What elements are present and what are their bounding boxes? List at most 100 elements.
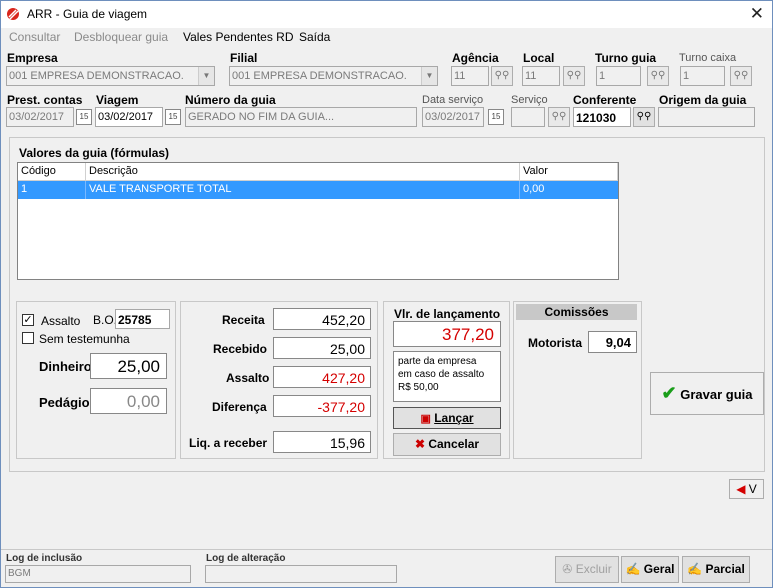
motorista-value: 9,04 (588, 331, 637, 353)
empresa-select[interactable]: 001 EMPRESA DEMONSTRACAO. (6, 66, 215, 86)
cancelar-label: Cancelar (428, 437, 480, 451)
local-field[interactable]: 11 (522, 66, 560, 86)
cell-valor: 0,00 (523, 183, 545, 195)
main-window: ARR - Guia de viagem ✕ Consultar Desbloq… (0, 0, 773, 588)
comissoes-panel (513, 301, 642, 459)
prest-contas-date[interactable]: 03/02/2017 (6, 107, 74, 127)
document-add-icon: ▣ (420, 413, 431, 425)
calendar-icon[interactable]: 15 (165, 109, 181, 125)
cancelar-button[interactable]: ✖ Cancelar (393, 433, 501, 456)
v-label: V (748, 482, 757, 496)
chevron-down-icon[interactable]: ▼ (421, 67, 437, 85)
arrow-left-icon: ◀ (736, 482, 746, 496)
trash-icon: ✇ (562, 562, 573, 576)
log-alteracao-field (205, 565, 397, 583)
binoculars-icon[interactable]: ⚲⚲ (647, 66, 669, 86)
parcial-label: Parcial (705, 562, 745, 576)
geral-button[interactable]: ✍ Geral (621, 556, 679, 583)
turno-guia-field[interactable]: 1 (596, 66, 641, 86)
gravar-guia-button[interactable]: ✔ Gravar guia (650, 372, 764, 415)
binoculars-icon[interactable]: ⚲⚲ (563, 66, 585, 86)
empresa-value: 001 EMPRESA DEMONSTRACAO. (9, 70, 184, 82)
menu-desbloquear-guia[interactable]: Desbloquear guia (74, 30, 168, 44)
comissoes-title: Comissões (516, 304, 637, 320)
excluir-button[interactable]: ✇ Excluir (555, 556, 619, 583)
assalto-note: parte da empresa em caso de assalto R$ 5… (393, 351, 501, 402)
diferenca-label: Diferença (212, 400, 267, 414)
note-line-2: em caso de assalto (398, 369, 485, 380)
window-title: ARR - Guia de viagem (27, 7, 148, 21)
parcial-button[interactable]: ✍ Parcial (682, 556, 750, 583)
turno-caixa-label: Turno caixa (679, 52, 737, 64)
menu-vales-pendentes[interactable]: Vales Pendentes RD (183, 30, 294, 44)
close-icon[interactable]: ✕ (750, 4, 764, 24)
binoculars-icon[interactable]: ⚲⚲ (730, 66, 752, 86)
title-bar: ARR - Guia de viagem ✕ (1, 1, 772, 28)
print-icon: ✍ (625, 562, 641, 576)
log-inclusao-label: Log de inclusão (6, 553, 83, 564)
turno-caixa-field[interactable]: 1 (680, 66, 725, 86)
lancar-label: Lançar (434, 411, 474, 425)
origem-guia-label: Origem da guia (659, 93, 747, 107)
bo-field[interactable]: 25785 (115, 309, 170, 329)
menu-consultar[interactable]: Consultar (9, 30, 60, 44)
note-line-1: parte da empresa (398, 356, 477, 367)
dinheiro-field[interactable]: 25,00 (90, 353, 167, 379)
totals-assalto-label: Assalto (226, 371, 270, 385)
turno-guia-label: Turno guia (595, 51, 657, 65)
log-inclusao-field: BGM (5, 565, 191, 583)
data-servico-label: Data serviço (422, 94, 484, 106)
x-icon: ✖ (414, 437, 425, 451)
receita-label: Receita (222, 313, 265, 327)
calendar-icon[interactable]: 15 (76, 109, 92, 125)
bo-label: B.O. (93, 313, 118, 327)
log-alteracao-label: Log de alteração (206, 553, 286, 564)
viagem-date[interactable]: 03/02/2017 (95, 107, 163, 127)
filial-select[interactable]: 001 EMPRESA DEMONSTRACAO. (229, 66, 438, 86)
cell-descricao: VALE TRANSPORTE TOTAL (86, 181, 520, 199)
table-row[interactable]: 1 VALE TRANSPORTE TOTAL 0,00 (18, 181, 618, 199)
menu-bar: Consultar Desbloquear guia Vales Pendent… (1, 28, 772, 47)
filial-label: Filial (230, 51, 258, 65)
valores-grid: Código Descrição Valor 1 VALE TRANSPORTE… (17, 162, 619, 280)
assalto-checkbox[interactable]: ✓ (22, 314, 34, 326)
servico-field[interactable] (511, 107, 545, 127)
conferente-field[interactable]: 121030 (573, 107, 631, 127)
gravar-guia-label: Gravar guia (680, 387, 753, 402)
geral-label: Geral (643, 562, 675, 576)
column-header-descricao[interactable]: Descrição (86, 163, 520, 181)
sem-testemunha-label: Sem testemunha (39, 332, 130, 346)
receita-value: 452,20 (273, 308, 371, 330)
dinheiro-label: Dinheiro (39, 359, 92, 374)
pedagio-field[interactable]: 0,00 (90, 388, 167, 414)
origem-guia-field (658, 107, 755, 127)
v-button[interactable]: ◀ V (729, 479, 764, 499)
checkmark-icon: ✔ (661, 383, 677, 403)
binoculars-icon[interactable]: ⚲⚲ (491, 66, 513, 86)
agencia-label: Agência (452, 51, 499, 65)
recebido-value: 25,00 (273, 337, 371, 359)
assalto-label: Assalto (41, 314, 81, 328)
conferente-label: Conferente (573, 93, 637, 107)
calendar-icon[interactable]: 15 (488, 109, 504, 125)
lancamento-value-field[interactable]: 377,20 (393, 321, 501, 347)
pedagio-label: Pedágio (39, 395, 90, 410)
agencia-field[interactable]: 11 (451, 66, 489, 86)
recebido-label: Recebido (213, 342, 268, 356)
note-line-3: R$ 50,00 (398, 382, 439, 393)
column-header-codigo[interactable]: Código (18, 163, 86, 181)
lancar-button[interactable]: ▣ Lançar (393, 407, 501, 429)
data-servico-date[interactable]: 03/02/2017 (422, 107, 484, 127)
status-bar: Log de inclusão BGM Log de alteração ✇ E… (1, 549, 772, 587)
excluir-label: Excluir (575, 562, 612, 576)
chevron-down-icon[interactable]: ▼ (198, 67, 214, 85)
totals-assalto-value: 427,20 (273, 366, 371, 388)
numero-guia-label: Número da guia (185, 93, 276, 107)
column-header-valor[interactable]: Valor (520, 163, 618, 181)
binoculars-icon[interactable]: ⚲⚲ (633, 107, 655, 127)
sem-testemunha-checkbox[interactable] (22, 332, 34, 344)
menu-saida[interactable]: Saída (299, 30, 330, 44)
binoculars-icon[interactable]: ⚲⚲ (548, 107, 570, 127)
print-icon: ✍ (687, 562, 703, 576)
cell-codigo: 1 (18, 181, 86, 199)
